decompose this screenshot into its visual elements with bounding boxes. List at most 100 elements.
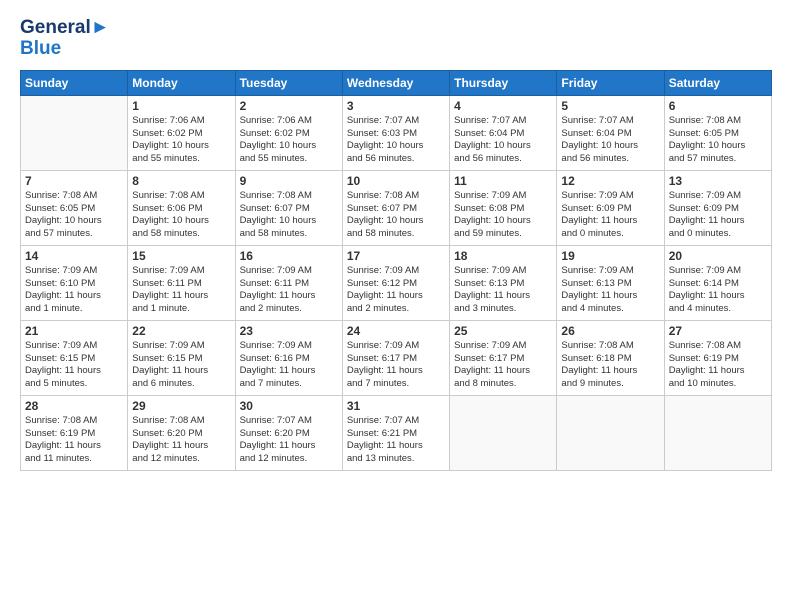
- day-info: Sunrise: 7:09 AM Sunset: 6:11 PM Dayligh…: [132, 265, 230, 316]
- day-info: Sunrise: 7:08 AM Sunset: 6:19 PM Dayligh…: [25, 415, 123, 466]
- day-cell: 21Sunrise: 7:09 AM Sunset: 6:15 PM Dayli…: [21, 320, 128, 395]
- calendar-table: SundayMondayTuesdayWednesdayThursdayFrid…: [20, 70, 772, 471]
- day-info: Sunrise: 7:09 AM Sunset: 6:12 PM Dayligh…: [347, 265, 445, 316]
- day-number: 30: [240, 399, 338, 413]
- day-info: Sunrise: 7:07 AM Sunset: 6:04 PM Dayligh…: [454, 115, 552, 166]
- day-info: Sunrise: 7:07 AM Sunset: 6:21 PM Dayligh…: [347, 415, 445, 466]
- day-cell: [21, 95, 128, 170]
- day-info: Sunrise: 7:09 AM Sunset: 6:14 PM Dayligh…: [669, 265, 767, 316]
- day-cell: 28 Sunrise: 7:08 AM Sunset: 6:19 PM Dayli…: [21, 395, 128, 470]
- dow-header-thursday: Thursday: [450, 70, 557, 95]
- day-info: Sunrise: 7:06 AM Sunset: 6:02 PM Dayligh…: [132, 115, 230, 166]
- week-row-2: 7Sunrise: 7:08 AM Sunset: 6:05 PM Daylig…: [21, 170, 772, 245]
- day-cell: 10 Sunrise: 7:08 AM Sunset: 6:07 PM Dayli…: [342, 170, 449, 245]
- day-info: Sunrise: 7:07 AM Sunset: 6:03 PM Dayligh…: [347, 115, 445, 166]
- day-cell: 27Sunrise: 7:08 AM Sunset: 6:19 PM Dayli…: [664, 320, 771, 395]
- day-number: 24: [347, 324, 445, 338]
- day-number: 16: [240, 249, 338, 263]
- day-number: 10: [347, 174, 445, 188]
- day-number: 31: [347, 399, 445, 413]
- day-cell: 2 Sunrise: 7:06 AM Sunset: 6:02 PM Daylig…: [235, 95, 342, 170]
- day-cell: 24 Sunrise: 7:09 AM Sunset: 6:17 PM Dayli…: [342, 320, 449, 395]
- day-number: 1: [132, 99, 230, 113]
- day-number: 4: [454, 99, 552, 113]
- day-number: 12: [561, 174, 659, 188]
- day-info: Sunrise: 7:09 AM Sunset: 6:15 PM Dayligh…: [132, 340, 230, 391]
- day-info: Sunrise: 7:07 AM Sunset: 6:04 PM Dayligh…: [561, 115, 659, 166]
- day-number: 29: [132, 399, 230, 413]
- day-cell: 6 Sunrise: 7:08 AM Sunset: 6:05 PM Daylig…: [664, 95, 771, 170]
- day-cell: 19 Sunrise: 7:09 AM Sunset: 6:13 PM Dayli…: [557, 245, 664, 320]
- day-info: Sunrise: 7:08 AM Sunset: 6:19 PM Dayligh…: [669, 340, 767, 391]
- day-cell: 18 Sunrise: 7:09 AM Sunset: 6:13 PM Dayli…: [450, 245, 557, 320]
- day-number: 14: [25, 249, 123, 263]
- day-cell: 9Sunrise: 7:08 AM Sunset: 6:07 PM Daylig…: [235, 170, 342, 245]
- day-cell: 13 Sunrise: 7:09 AM Sunset: 6:09 PM Dayli…: [664, 170, 771, 245]
- day-cell: 31 Sunrise: 7:07 AM Sunset: 6:21 PM Dayli…: [342, 395, 449, 470]
- dow-header-sunday: Sunday: [21, 70, 128, 95]
- day-number: 2: [240, 99, 338, 113]
- day-info: Sunrise: 7:08 AM Sunset: 6:18 PM Dayligh…: [561, 340, 659, 391]
- day-cell: 7Sunrise: 7:08 AM Sunset: 6:05 PM Daylig…: [21, 170, 128, 245]
- day-cell: 14 Sunrise: 7:09 AM Sunset: 6:10 PM Dayli…: [21, 245, 128, 320]
- day-number: 6: [669, 99, 767, 113]
- day-cell: 23 Sunrise: 7:09 AM Sunset: 6:16 PM Dayli…: [235, 320, 342, 395]
- day-number: 22: [132, 324, 230, 338]
- day-cell: 22 Sunrise: 7:09 AM Sunset: 6:15 PM Dayli…: [128, 320, 235, 395]
- day-info: Sunrise: 7:09 AM Sunset: 6:08 PM Dayligh…: [454, 190, 552, 241]
- day-info: Sunrise: 7:09 AM Sunset: 6:09 PM Dayligh…: [561, 190, 659, 241]
- day-cell: 26 Sunrise: 7:08 AM Sunset: 6:18 PM Dayli…: [557, 320, 664, 395]
- day-number: 17: [347, 249, 445, 263]
- logo: General► Blue: [20, 18, 110, 60]
- day-info: Sunrise: 7:06 AM Sunset: 6:02 PM Dayligh…: [240, 115, 338, 166]
- day-info: Sunrise: 7:09 AM Sunset: 6:10 PM Dayligh…: [25, 265, 123, 316]
- day-number: 26: [561, 324, 659, 338]
- day-info: Sunrise: 7:09 AM Sunset: 6:13 PM Dayligh…: [561, 265, 659, 316]
- day-info: Sunrise: 7:09 AM Sunset: 6:16 PM Dayligh…: [240, 340, 338, 391]
- day-number: 11: [454, 174, 552, 188]
- day-number: 19: [561, 249, 659, 263]
- day-info: Sunrise: 7:08 AM Sunset: 6:05 PM Dayligh…: [669, 115, 767, 166]
- day-cell: 25Sunrise: 7:09 AM Sunset: 6:17 PM Dayli…: [450, 320, 557, 395]
- day-cell: 12 Sunrise: 7:09 AM Sunset: 6:09 PM Dayli…: [557, 170, 664, 245]
- day-number: 18: [454, 249, 552, 263]
- day-number: 3: [347, 99, 445, 113]
- day-number: 15: [132, 249, 230, 263]
- day-info: Sunrise: 7:08 AM Sunset: 6:06 PM Dayligh…: [132, 190, 230, 241]
- day-info: Sunrise: 7:08 AM Sunset: 6:07 PM Dayligh…: [240, 190, 338, 241]
- day-info: Sunrise: 7:09 AM Sunset: 6:09 PM Dayligh…: [669, 190, 767, 241]
- day-cell: 11 Sunrise: 7:09 AM Sunset: 6:08 PM Dayli…: [450, 170, 557, 245]
- day-info: Sunrise: 7:09 AM Sunset: 6:13 PM Dayligh…: [454, 265, 552, 316]
- dow-header-wednesday: Wednesday: [342, 70, 449, 95]
- day-cell: 16Sunrise: 7:09 AM Sunset: 6:11 PM Dayli…: [235, 245, 342, 320]
- day-number: 13: [669, 174, 767, 188]
- logo-text: General►: [20, 18, 110, 39]
- day-cell: 15 Sunrise: 7:09 AM Sunset: 6:11 PM Dayli…: [128, 245, 235, 320]
- day-number: 28: [25, 399, 123, 413]
- day-number: 20: [669, 249, 767, 263]
- day-info: Sunrise: 7:07 AM Sunset: 6:20 PM Dayligh…: [240, 415, 338, 466]
- logo-blue: Blue: [20, 39, 110, 60]
- day-cell: [450, 395, 557, 470]
- days-of-week-row: SundayMondayTuesdayWednesdayThursdayFrid…: [21, 70, 772, 95]
- dow-header-tuesday: Tuesday: [235, 70, 342, 95]
- day-cell: 30 Sunrise: 7:07 AM Sunset: 6:20 PM Dayli…: [235, 395, 342, 470]
- week-row-1: 1 Sunrise: 7:06 AM Sunset: 6:02 PM Daylig…: [21, 95, 772, 170]
- week-row-4: 21 Sunrise: 7:09 AM Sunset: 6:15 PM Dayli…: [21, 320, 772, 395]
- day-number: 23: [240, 324, 338, 338]
- day-info: Sunrise: 7:08 AM Sunset: 6:07 PM Dayligh…: [347, 190, 445, 241]
- header: General► Blue: [20, 18, 772, 60]
- day-number: 8: [132, 174, 230, 188]
- week-row-3: 14 Sunrise: 7:09 AM Sunset: 6:10 PM Dayli…: [21, 245, 772, 320]
- day-number: 5: [561, 99, 659, 113]
- day-cell: 1 Sunrise: 7:06 AM Sunset: 6:02 PM Daylig…: [128, 95, 235, 170]
- dow-header-saturday: Saturday: [664, 70, 771, 95]
- day-cell: [664, 395, 771, 470]
- day-cell: 8 Sunrise: 7:08 AM Sunset: 6:06 PM Daylig…: [128, 170, 235, 245]
- day-info: Sunrise: 7:09 AM Sunset: 6:17 PM Dayligh…: [347, 340, 445, 391]
- dow-header-monday: Monday: [128, 70, 235, 95]
- calendar-body: 1 Sunrise: 7:06 AM Sunset: 6:02 PM Daylig…: [21, 95, 772, 470]
- day-cell: 3 Sunrise: 7:07 AM Sunset: 6:03 PM Daylig…: [342, 95, 449, 170]
- day-info: Sunrise: 7:08 AM Sunset: 6:05 PM Dayligh…: [25, 190, 123, 241]
- day-number: 21: [25, 324, 123, 338]
